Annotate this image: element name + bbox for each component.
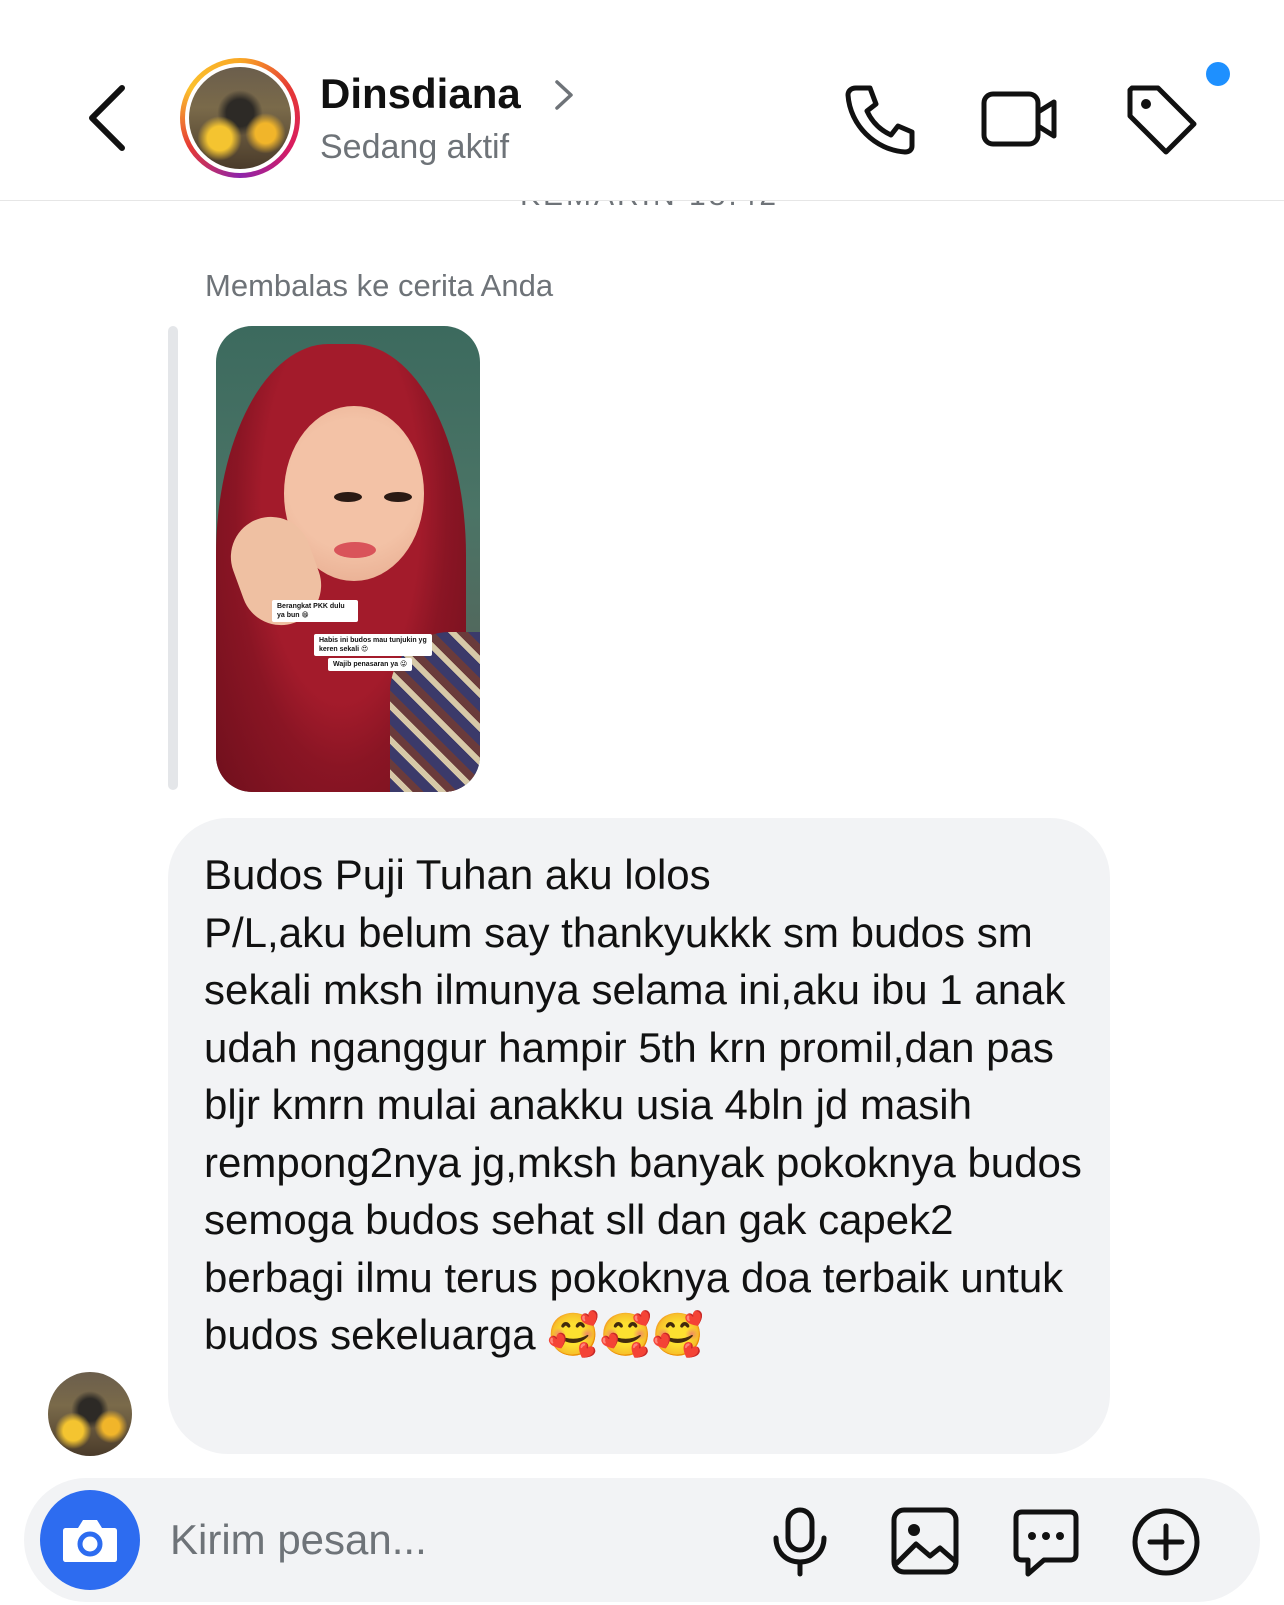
story-caption: Wajib penasaran ya 😜 <box>328 658 413 671</box>
story-batik <box>390 632 480 792</box>
microphone-icon <box>773 1507 827 1577</box>
add-button[interactable] <box>1130 1506 1202 1578</box>
gallery-button[interactable] <box>890 1506 960 1576</box>
image-icon <box>891 1507 959 1575</box>
message-input[interactable] <box>170 1510 730 1570</box>
message-text: Budos Puji Tuhan aku lolos P/L,aku belum… <box>204 851 1082 1358</box>
chat-bubble-icon <box>1013 1509 1079 1577</box>
story-eye-right <box>384 492 412 502</box>
chevron-right-icon <box>555 80 573 110</box>
video-camera-icon <box>981 91 1057 147</box>
story-lips <box>334 542 376 558</box>
avatar-border <box>185 63 295 173</box>
label-button[interactable] <box>1122 80 1202 160</box>
story-caption: Berangkat PKK dulu ya bun 😁 <box>272 600 358 622</box>
avatar-image <box>189 67 291 169</box>
contact-name[interactable]: Dinsdiana <box>320 70 521 118</box>
tag-icon <box>1127 85 1197 155</box>
video-call-button[interactable] <box>980 84 1060 154</box>
back-button[interactable] <box>82 82 142 154</box>
chevron-left-icon <box>89 85 125 151</box>
story-reply-thumbnail[interactable]: Berangkat PKK dulu ya bun 😁 Habis ini bu… <box>216 326 480 792</box>
chat-options-button[interactable] <box>1010 1506 1082 1578</box>
camera-icon <box>63 1520 117 1562</box>
profile-avatar[interactable] <box>180 58 300 178</box>
camera-button[interactable] <box>40 1490 140 1590</box>
reply-indicator-bar <box>168 326 178 790</box>
phone-icon <box>845 85 915 155</box>
voice-message-button[interactable] <box>770 1506 830 1578</box>
notification-dot <box>1206 62 1230 86</box>
call-button[interactable] <box>842 80 918 156</box>
reply-context-label: Membalas ke cerita Anda <box>205 268 554 303</box>
active-status: Sedang aktif <box>320 128 510 166</box>
plus-circle-icon <box>1132 1508 1200 1576</box>
story-eye-left <box>334 492 362 502</box>
sender-avatar[interactable] <box>48 1372 132 1456</box>
chat-header: Dinsdiana Sedang aktif <box>0 0 1284 201</box>
story-caption: Habis ini budos mau tunjukin yg keren se… <box>314 634 432 656</box>
